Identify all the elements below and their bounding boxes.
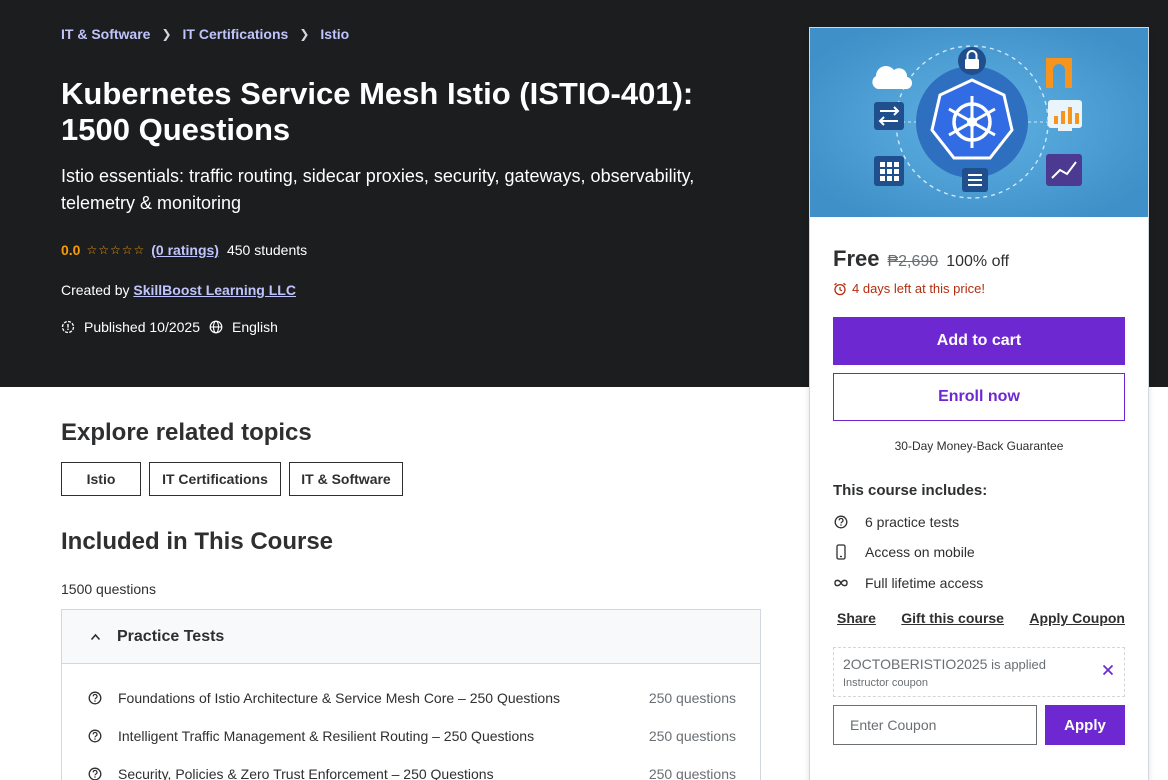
add-to-cart-button[interactable]: Add to cart: [833, 317, 1125, 365]
test-question-count: 250 questions: [648, 690, 736, 706]
course-subtitle: Istio essentials: traffic routing, sidec…: [61, 166, 695, 213]
practice-tests-accordion: Practice Tests Foundations of Istio Arch…: [61, 609, 761, 780]
alarm-clock-icon: [833, 282, 847, 296]
topic-it-certifications[interactable]: IT Certifications: [149, 462, 281, 496]
include-practice-tests: 6 practice tests: [833, 514, 959, 530]
chevron-up-icon: [90, 630, 101, 644]
included-heading: Included in This Course: [61, 528, 334, 555]
breadcrumb-item-istio[interactable]: Istio: [320, 26, 349, 42]
sale-timer: 4 days left at this price!: [833, 281, 985, 296]
close-icon[interactable]: [1102, 663, 1114, 681]
alert-badge-icon: [61, 320, 75, 334]
breadcrumb-item-it-software[interactable]: IT & Software: [61, 26, 150, 42]
course-language: English: [232, 319, 278, 335]
course-preview-image[interactable]: [810, 28, 1148, 217]
coupon-code: 2OCTOBERISTIO2025: [843, 656, 988, 672]
test-title: Foundations of Istio Architecture & Serv…: [118, 690, 561, 706]
coupon-input[interactable]: [833, 705, 1037, 745]
card-actions: Share Gift this course Apply Coupon: [837, 610, 1125, 626]
include-mobile-access: Access on mobile: [833, 544, 975, 560]
chevron-right-icon: ❯: [161, 27, 172, 41]
related-topics-heading: Explore related topics: [61, 419, 312, 446]
related-topics: Istio IT Certifications IT & Software: [61, 462, 403, 496]
infinity-icon: [833, 575, 849, 591]
published-date: Published 10/2025: [84, 319, 200, 335]
list-item[interactable]: Intelligent Traffic Management & Resilie…: [88, 728, 736, 744]
money-back-guarantee: 30-Day Money-Back Guarantee: [894, 439, 1064, 453]
timer-text: 4 days left at this price!: [852, 281, 985, 296]
question-circle-icon: [88, 691, 102, 705]
globe-icon: [209, 320, 223, 334]
include-label: 6 practice tests: [865, 514, 960, 530]
accordion-title: Practice Tests: [117, 627, 225, 645]
include-lifetime-access: Full lifetime access: [833, 575, 983, 591]
mobile-icon: [833, 544, 849, 560]
original-price: ₱2,690: [887, 253, 939, 270]
question-circle-icon: [833, 514, 849, 530]
created-by: Created by SkillBoost Learning LLC: [61, 282, 296, 298]
price-row: Free ₱2,690 100% off: [833, 246, 1009, 272]
apply-coupon-link[interactable]: Apply Coupon: [1029, 610, 1125, 626]
gift-course-link[interactable]: Gift this course: [901, 610, 1004, 626]
question-circle-icon: [88, 729, 102, 743]
test-question-count: 250 questions: [648, 728, 736, 744]
list-item[interactable]: Security, Policies & Zero Trust Enforcem…: [88, 766, 736, 780]
include-label: Full lifetime access: [865, 575, 984, 591]
breadcrumb: IT & Software ❯ IT Certifications ❯ Isti…: [61, 26, 349, 42]
include-label: Access on mobile: [865, 544, 975, 560]
chevron-right-icon: ❯: [299, 27, 310, 41]
rating-row: 0.0 ☆☆☆☆☆ (0 ratings) 450 students: [61, 242, 307, 258]
coupon-applied-label: is applied: [991, 657, 1047, 672]
rating-value: 0.0: [61, 242, 81, 258]
course-meta: Published 10/2025 English: [61, 319, 278, 335]
topic-it-software[interactable]: IT & Software: [289, 462, 403, 496]
coupon-status: 2OCTOBERISTIO2025 is applied: [843, 656, 1046, 672]
applied-coupon: 2OCTOBERISTIO2025 is applied Instructor …: [833, 647, 1125, 697]
instructor-link[interactable]: SkillBoost Learning LLC: [133, 282, 296, 298]
question-circle-icon: [88, 767, 102, 780]
current-price: Free: [833, 246, 880, 271]
topic-istio[interactable]: Istio: [61, 462, 141, 496]
questions-count: 1500 questions: [61, 581, 156, 597]
apply-coupon-button[interactable]: Apply: [1045, 705, 1125, 745]
students-count: 450 students: [226, 242, 308, 258]
test-title: Security, Policies & Zero Trust Enforcem…: [118, 766, 494, 780]
list-item[interactable]: Foundations of Istio Architecture & Serv…: [88, 690, 736, 706]
coupon-type: Instructor coupon: [843, 677, 928, 689]
test-question-count: 250 questions: [648, 766, 736, 780]
course-title: Kubernetes Service Mesh Istio (ISTIO-401…: [61, 76, 694, 147]
enroll-now-button[interactable]: Enroll now: [833, 373, 1125, 421]
test-title: Intelligent Traffic Management & Resilie…: [118, 728, 535, 744]
star-rating-icon: ☆☆☆☆☆: [86, 243, 146, 257]
ratings-link[interactable]: (0 ratings): [151, 242, 219, 258]
discount-percent: 100% off: [946, 253, 1010, 270]
includes-heading: This course includes:: [833, 482, 988, 499]
purchase-card: Free ₱2,690 100% off 4 days left at this…: [809, 27, 1149, 780]
share-link[interactable]: Share: [837, 610, 876, 626]
accordion-header[interactable]: Practice Tests: [62, 610, 760, 664]
breadcrumb-item-it-certifications[interactable]: IT Certifications: [183, 26, 289, 42]
created-by-label: Created by: [61, 282, 130, 298]
